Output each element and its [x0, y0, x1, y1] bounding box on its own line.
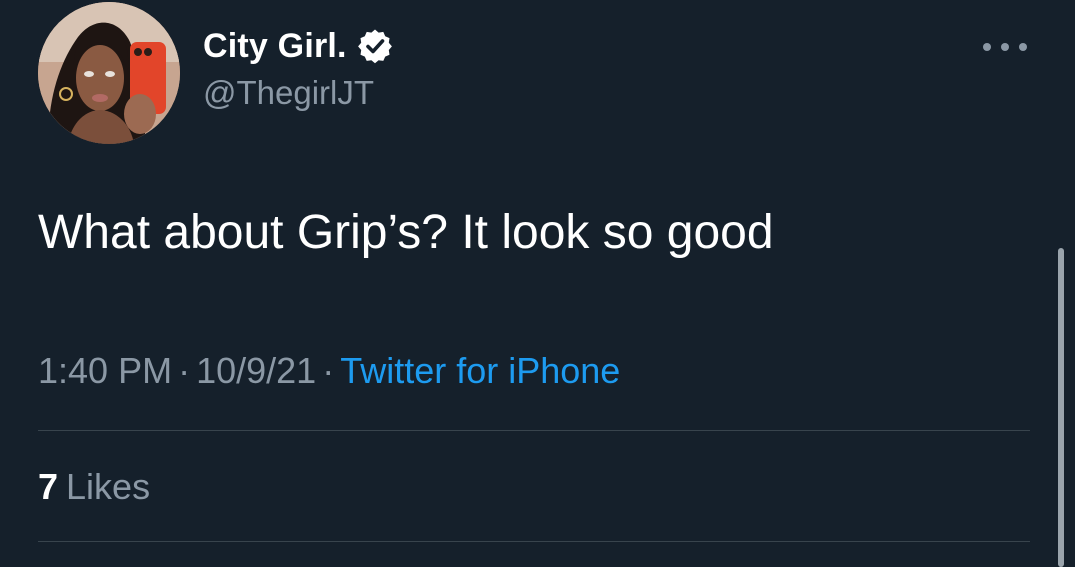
- name-row: City Girl.: [203, 24, 393, 68]
- tweet-time[interactable]: 1:40 PM: [38, 350, 172, 391]
- likes-count: 7: [38, 466, 59, 507]
- divider: [38, 541, 1030, 542]
- divider: [38, 430, 1030, 431]
- verified-badge-icon: [357, 28, 393, 64]
- meta-separator: ·: [178, 350, 191, 391]
- display-name[interactable]: City Girl.: [203, 27, 347, 66]
- meta-separator: ·: [322, 350, 335, 391]
- tweet-author[interactable]: City Girl. @ThegirlJT: [203, 24, 393, 112]
- avatar[interactable]: [38, 2, 180, 144]
- more-dot: [1001, 43, 1009, 51]
- likes-label: Likes: [66, 466, 151, 507]
- tweet-text: What about Grip’s? It look so good: [38, 206, 774, 259]
- user-handle[interactable]: @ThegirlJT: [203, 74, 393, 112]
- likes-stat[interactable]: 7 Likes: [38, 466, 150, 508]
- avatar-image: [38, 2, 180, 144]
- tweet-detail: City Girl. @ThegirlJT What about Grip’s?…: [0, 0, 1075, 567]
- tweet-meta: 1:40 PM · 10/9/21 · Twitter for iPhone: [38, 350, 620, 392]
- more-options-icon[interactable]: [983, 37, 1027, 57]
- tweet-source-link[interactable]: Twitter for iPhone: [340, 350, 620, 391]
- tweet-date[interactable]: 10/9/21: [196, 350, 316, 391]
- more-dot: [983, 43, 991, 51]
- scrollbar[interactable]: [1058, 248, 1064, 567]
- more-dot: [1019, 43, 1027, 51]
